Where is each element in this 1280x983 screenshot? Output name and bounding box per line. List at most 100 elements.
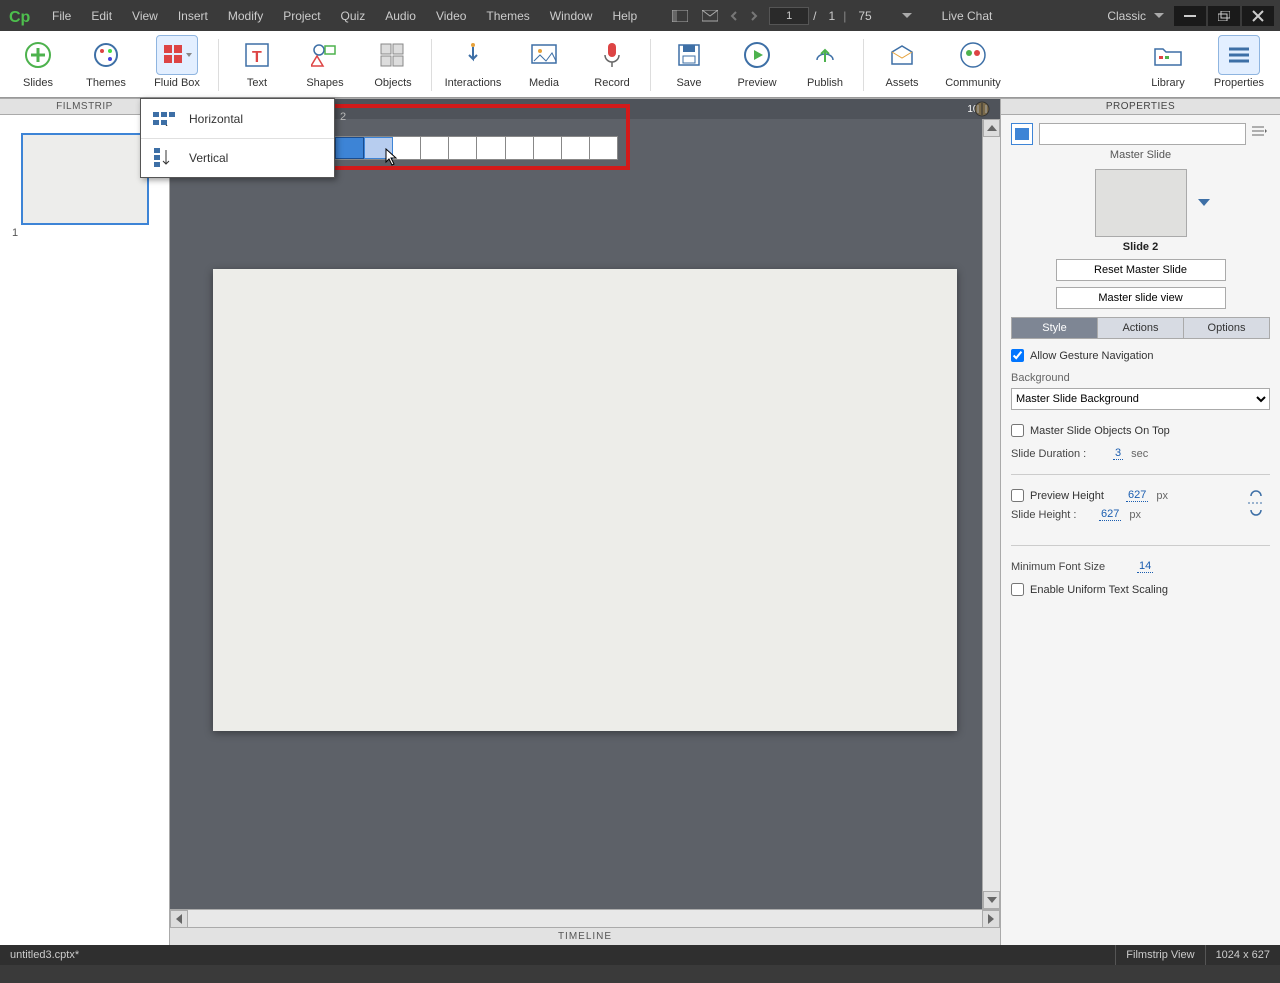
background-select[interactable]: Master Slide Background [1011, 388, 1270, 410]
statusbar: untitled3.cptx* Filmstrip View 1024 x 62… [0, 945, 1280, 965]
slide-duration-value[interactable]: 3 [1113, 447, 1123, 460]
tool-preview[interactable]: Preview [723, 33, 791, 97]
status-dimensions: 1024 x 627 [1205, 945, 1280, 965]
column-cell-5[interactable] [449, 137, 477, 159]
stage-viewport[interactable] [170, 119, 1000, 909]
fluid-box-vertical-item[interactable]: Vertical [141, 138, 334, 177]
timeline-header[interactable]: TIMELINE [170, 927, 1000, 945]
unlink-height-icon[interactable] [1242, 489, 1270, 517]
column-cell-9[interactable] [562, 137, 590, 159]
tool-slides[interactable]: Slides [4, 33, 72, 97]
tab-actions[interactable]: Actions [1098, 318, 1184, 338]
menu-audio[interactable]: Audio [375, 5, 426, 27]
tool-media[interactable]: Media [510, 33, 578, 97]
menu-insert[interactable]: Insert [168, 5, 218, 27]
maximize-button[interactable] [1208, 6, 1240, 26]
tool-shapes-label: Shapes [306, 77, 343, 89]
column-cell-7[interactable] [506, 137, 534, 159]
layout-icon[interactable] [671, 7, 689, 25]
zoom-dropdown-icon[interactable] [902, 13, 912, 19]
tool-interactions[interactable]: Interactions [436, 33, 510, 97]
min-font-label: Minimum Font Size [1011, 561, 1131, 573]
column-cell-2[interactable] [364, 137, 393, 159]
page-current-input[interactable] [769, 7, 809, 25]
tool-interactions-label: Interactions [445, 77, 502, 89]
minimize-button[interactable] [1174, 6, 1206, 26]
column-cell-6[interactable] [477, 137, 505, 159]
menu-video[interactable]: Video [426, 5, 476, 27]
menu-themes[interactable]: Themes [476, 5, 539, 27]
slide-height-value[interactable]: 627 [1099, 508, 1121, 521]
redo-icon[interactable] [745, 7, 763, 25]
menu-help[interactable]: Help [602, 5, 647, 27]
preview-height-checkbox[interactable] [1011, 489, 1024, 502]
status-view-mode[interactable]: Filmstrip View [1115, 945, 1204, 965]
preview-height-unit: px [1156, 490, 1168, 502]
column-cell-3[interactable] [393, 137, 421, 159]
column-cell-1[interactable] [335, 137, 364, 159]
preview-height-value[interactable]: 627 [1126, 489, 1148, 502]
page-separator: / [813, 9, 816, 23]
allow-gesture-label: Allow Gesture Navigation [1030, 350, 1154, 362]
tab-options[interactable]: Options [1184, 318, 1269, 338]
menu-project[interactable]: Project [273, 5, 330, 27]
tool-text[interactable]: T Text [223, 33, 291, 97]
tool-assets[interactable]: Assets [868, 33, 936, 97]
undo-icon[interactable] [727, 7, 745, 25]
column-cell-10[interactable] [590, 137, 617, 159]
menu-window[interactable]: Window [540, 5, 603, 27]
horizontal-scrollbar[interactable] [170, 909, 1000, 927]
tool-shapes[interactable]: Shapes [291, 33, 359, 97]
tool-objects[interactable]: Objects [359, 33, 427, 97]
tool-fluid-box[interactable]: Fluid Box [140, 33, 214, 97]
master-slide-label: Master Slide [1011, 149, 1270, 161]
fluid-box-icon [156, 35, 198, 75]
scroll-left-icon[interactable] [170, 910, 188, 928]
panel-menu-icon[interactable] [1252, 125, 1270, 143]
scroll-up-icon[interactable] [983, 119, 1000, 137]
tool-themes[interactable]: Themes [72, 33, 140, 97]
slide-stage[interactable] [213, 269, 957, 731]
scroll-right-icon[interactable] [982, 910, 1000, 928]
tab-style[interactable]: Style [1012, 318, 1098, 338]
master-on-top-checkbox[interactable] [1011, 424, 1024, 437]
workspace-selector[interactable]: Classic [1107, 9, 1146, 23]
tool-publish[interactable]: Publish [791, 33, 859, 97]
slide-duration-label: Slide Duration : [1011, 448, 1107, 460]
column-picker[interactable] [334, 136, 618, 160]
uniform-scaling-checkbox[interactable] [1011, 583, 1024, 596]
column-cell-4[interactable] [421, 137, 449, 159]
menu-edit[interactable]: Edit [81, 5, 122, 27]
fluid-box-dropdown: Horizontal Vertical [140, 98, 335, 178]
tool-record-label: Record [594, 77, 629, 89]
live-chat-link[interactable]: Live Chat [942, 9, 993, 23]
master-slide-caret-icon[interactable] [1198, 199, 1210, 207]
mail-icon[interactable] [701, 7, 719, 25]
master-slide-thumbnail[interactable] [1095, 169, 1187, 237]
menu-view[interactable]: View [122, 5, 168, 27]
zoom-value[interactable]: 75 [858, 9, 871, 23]
min-font-value[interactable]: 14 [1137, 560, 1153, 573]
column-cell-8[interactable] [534, 137, 562, 159]
workspace-caret-icon[interactable] [1154, 13, 1164, 19]
tool-community[interactable]: Community [936, 33, 1010, 97]
menu-quiz[interactable]: Quiz [331, 5, 376, 27]
tool-record[interactable]: Record [578, 33, 646, 97]
column-count-label: 2 [340, 111, 346, 123]
tool-library[interactable]: Library [1134, 33, 1202, 97]
vertical-scrollbar[interactable] [982, 119, 1000, 909]
close-button[interactable] [1242, 6, 1274, 26]
breakpoint-handle-icon[interactable] [968, 101, 996, 117]
tool-save[interactable]: Save [655, 33, 723, 97]
reset-master-slide-button[interactable]: Reset Master Slide [1056, 259, 1226, 281]
master-slide-view-button[interactable]: Master slide view [1056, 287, 1226, 309]
allow-gesture-checkbox[interactable] [1011, 349, 1024, 362]
tool-properties[interactable]: Properties [1202, 33, 1276, 97]
fluid-box-horizontal-item[interactable]: Horizontal [141, 99, 334, 138]
scroll-down-icon[interactable] [983, 891, 1000, 909]
menu-file[interactable]: File [42, 5, 81, 27]
menu-modify[interactable]: Modify [218, 5, 273, 27]
properties-panel: PROPERTIES Master Slide Slide 2 Reset Ma… [1000, 99, 1280, 945]
object-name-input[interactable] [1039, 123, 1246, 145]
slide-thumbnail-1[interactable] [21, 133, 149, 225]
